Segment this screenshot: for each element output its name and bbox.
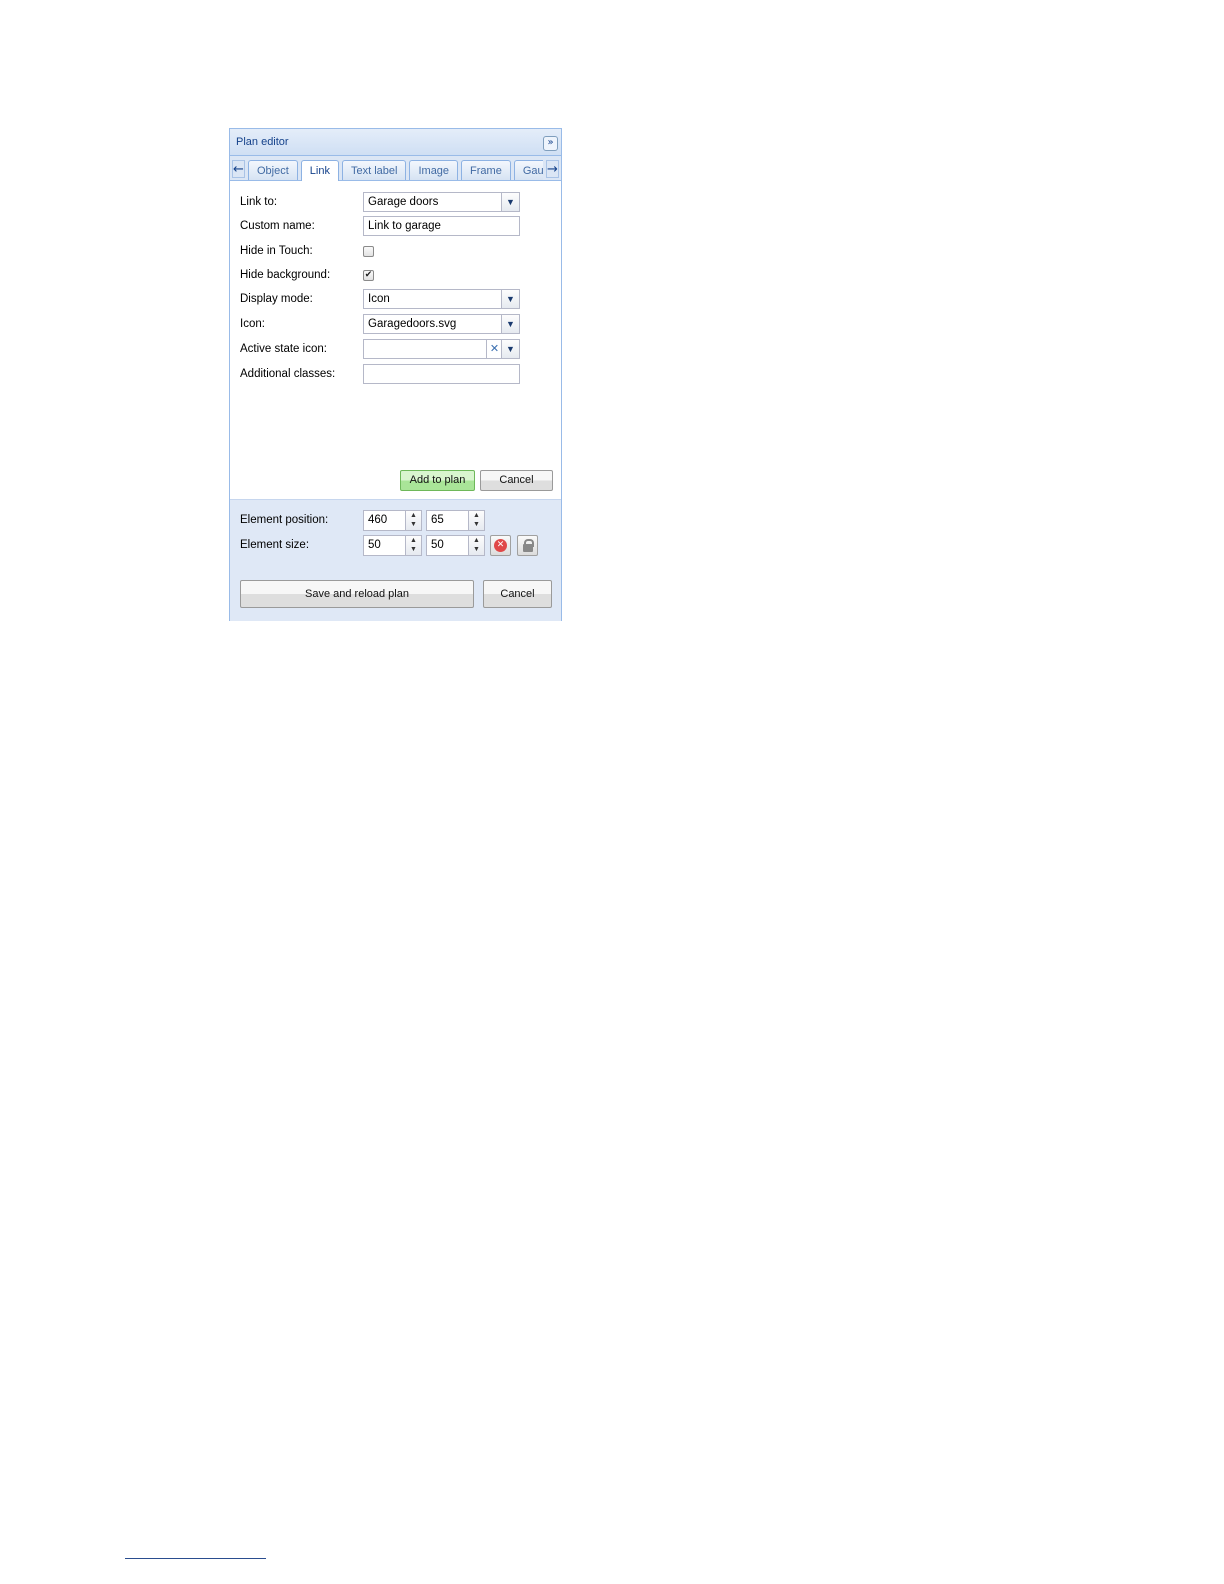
link-to-row: Link to: Garage doors ▼	[240, 192, 550, 214]
size-height-input[interactable]: 50 ▲ ▼	[426, 535, 485, 556]
custom-name-row: Custom name: Link to garage	[240, 216, 550, 238]
hide-background-checkbox[interactable]: ✔	[363, 270, 374, 281]
tab-image[interactable]: Image	[409, 160, 459, 180]
panel-header: Plan editor »	[230, 129, 561, 156]
collapse-icon[interactable]: »	[543, 136, 558, 151]
size-width-input[interactable]: 50 ▲ ▼	[363, 535, 422, 556]
hide-in-touch-row: Hide in Touch:	[240, 241, 550, 263]
tab-object[interactable]: Object	[248, 160, 298, 180]
display-mode-value: Icon	[368, 293, 390, 305]
chevron-down-icon[interactable]: ▼	[501, 290, 519, 308]
hide-background-label: Hide background:	[240, 269, 331, 281]
reset-size-button[interactable]: ✕	[490, 535, 511, 556]
size-width-value: 50	[368, 539, 381, 551]
tab-strip: Object Link Text label Image Frame Gau	[248, 160, 543, 181]
add-to-plan-button[interactable]: Add to plan	[400, 470, 475, 491]
clear-icon[interactable]: ✕	[486, 340, 502, 358]
footer-cancel-button[interactable]: Cancel	[483, 580, 552, 608]
link-to-label: Link to:	[240, 196, 278, 208]
icon-row: Icon: Garagedoors.svg ▼	[240, 314, 550, 336]
arrow-right-icon[interactable]: →	[546, 160, 559, 178]
arrow-left-icon[interactable]: ←	[232, 160, 245, 178]
chevron-down-icon[interactable]: ▼	[501, 315, 519, 333]
position-x-value: 460	[368, 514, 388, 526]
tab-gauge[interactable]: Gau	[513, 160, 543, 180]
icon-label: Icon:	[240, 318, 265, 330]
display-mode-select[interactable]: Icon ▼	[363, 289, 520, 309]
spinner-arrows-icon[interactable]: ▲ ▼	[468, 511, 484, 530]
active-state-icon-label: Active state icon:	[240, 343, 327, 355]
tab-link[interactable]: Link	[300, 160, 339, 181]
additional-classes-input[interactable]	[363, 364, 520, 384]
spinner-arrows-icon[interactable]: ▲ ▼	[468, 536, 484, 555]
icon-value: Garagedoors.svg	[368, 318, 457, 330]
active-state-icon-row: Active state icon: ✕ ▼	[240, 339, 550, 361]
hide-background-row: Hide background: ✔	[240, 265, 550, 287]
element-properties-panel: Element position: 460 ▲ ▼ 65 ▲ ▼ Element s…	[230, 499, 561, 621]
active-state-icon-select[interactable]: ✕ ▼	[363, 339, 520, 359]
spinner-arrows-icon[interactable]: ▲ ▼	[405, 536, 421, 555]
position-x-input[interactable]: 460 ▲ ▼	[363, 510, 422, 531]
tab-text-label[interactable]: Text label	[341, 160, 407, 180]
additional-classes-label: Additional classes:	[240, 368, 336, 380]
save-and-reload-button[interactable]: Save and reload plan	[240, 580, 474, 608]
element-position-row: Element position: 460 ▲ ▼ 65 ▲ ▼	[240, 510, 550, 532]
form-cancel-button[interactable]: Cancel	[480, 470, 553, 491]
element-size-label: Element size:	[240, 539, 310, 551]
size-height-value: 50	[431, 539, 444, 551]
display-mode-row: Display mode: Icon ▼	[240, 289, 550, 311]
hide-in-touch-label: Hide in Touch:	[240, 245, 313, 257]
position-y-value: 65	[431, 514, 444, 526]
spinner-arrows-icon[interactable]: ▲ ▼	[405, 511, 421, 530]
footnote-divider	[125, 1558, 266, 1559]
chevron-down-icon[interactable]: ▼	[501, 193, 519, 211]
chevron-down-icon[interactable]: ▼	[501, 340, 519, 358]
reset-icon: ✕	[494, 539, 507, 552]
tab-bar: ← Object Link Text label Image Frame Gau →	[230, 156, 561, 181]
lock-ratio-button[interactable]	[517, 535, 538, 556]
hide-in-touch-checkbox[interactable]	[363, 246, 374, 257]
panel-title: Plan editor	[236, 136, 289, 148]
plan-editor-panel: Plan editor » ← Object Link Text label Imag…	[229, 128, 562, 621]
tab-frame[interactable]: Frame	[461, 160, 511, 180]
additional-classes-row: Additional classes:	[240, 364, 550, 386]
link-to-value: Garage doors	[368, 196, 439, 208]
link-to-select[interactable]: Garage doors ▼	[363, 192, 520, 212]
icon-select[interactable]: Garagedoors.svg ▼	[363, 314, 520, 334]
position-y-input[interactable]: 65 ▲ ▼	[426, 510, 485, 531]
element-position-label: Element position:	[240, 514, 329, 526]
display-mode-label: Display mode:	[240, 293, 313, 305]
custom-name-input[interactable]: Link to garage	[363, 216, 520, 236]
custom-name-label: Custom name:	[240, 220, 315, 232]
element-size-row: Element size: 50 ▲ ▼ 50 ▲ ▼ ✕	[240, 535, 550, 557]
